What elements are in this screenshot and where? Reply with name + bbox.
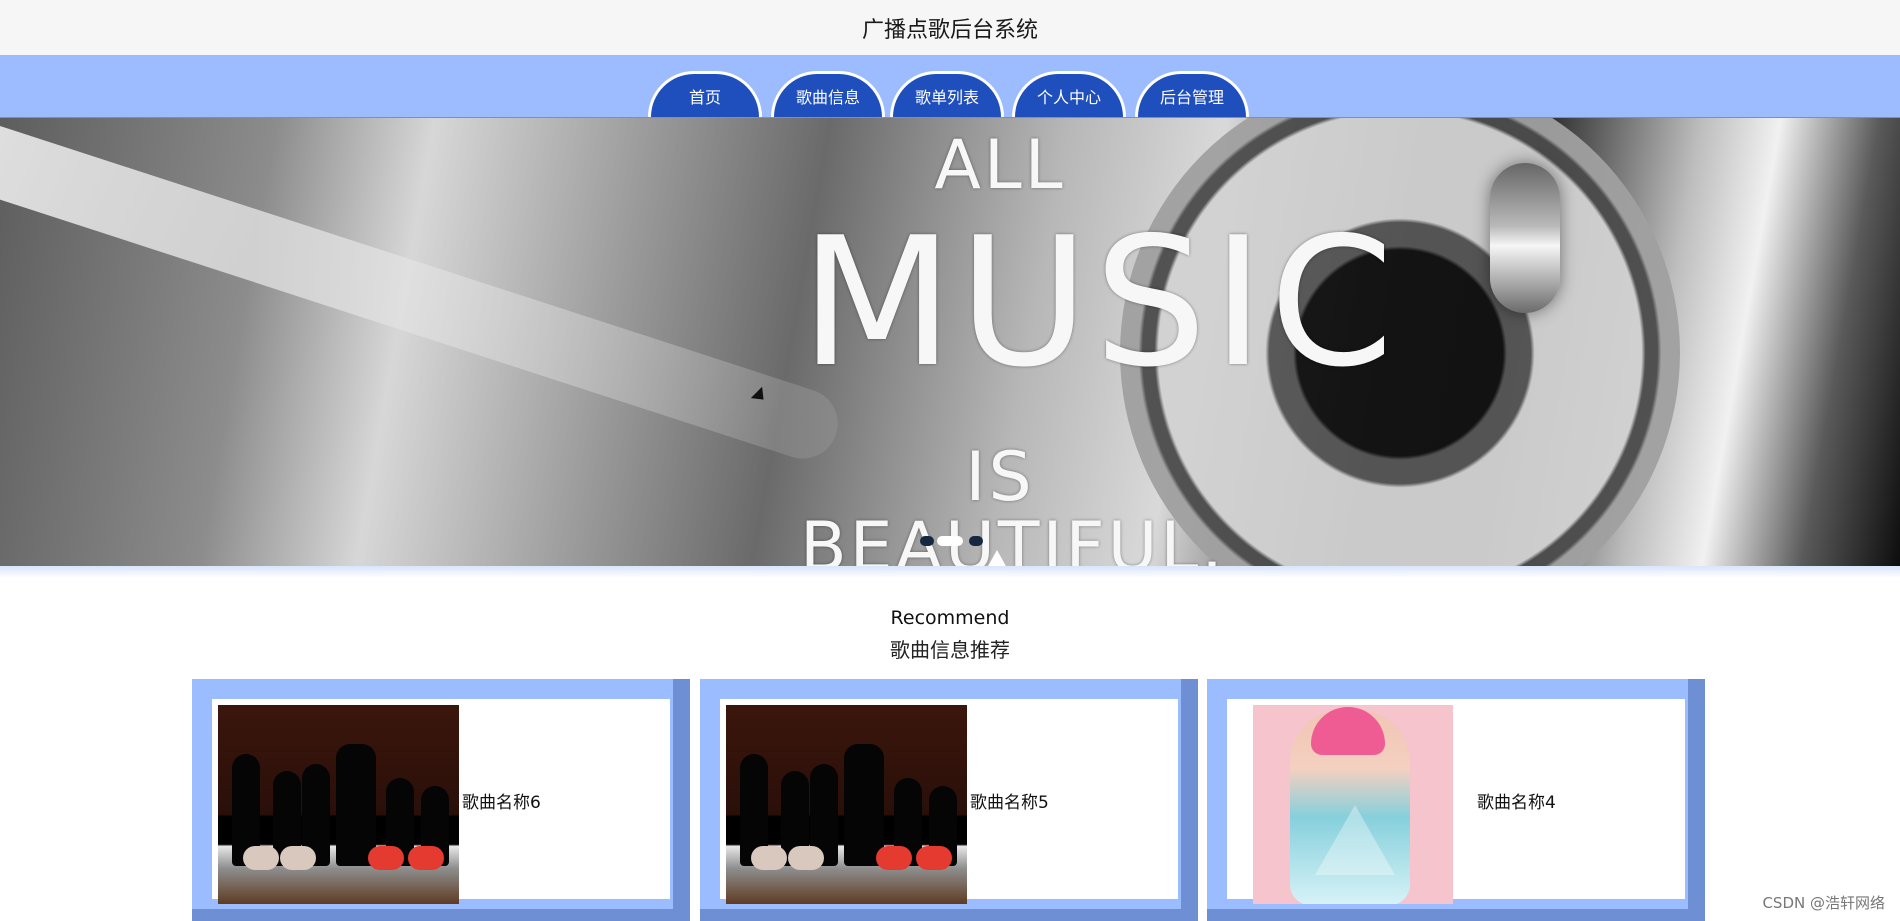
banner-pointer-icon	[987, 550, 1007, 566]
song-card[interactable]: 歌曲名称4	[1207, 679, 1705, 921]
banner-line-beautiful: IS BEAUTIFUL.	[800, 438, 1226, 567]
site-header: 广播点歌后台系统	[0, 0, 1900, 56]
slide-dot-1[interactable]	[920, 536, 934, 546]
site-title: 广播点歌后台系统	[861, 18, 1038, 43]
slide-dot-2-active[interactable]	[937, 536, 963, 546]
speaker-knob-graphic	[1490, 163, 1560, 313]
banner-line-music: MUSIC	[800, 199, 1399, 406]
nav-profile[interactable]: 个人中心	[1012, 71, 1126, 117]
nav-home[interactable]: 首页	[648, 71, 762, 117]
banner-swoosh	[0, 118, 847, 468]
song-cover-image[interactable]	[1253, 705, 1453, 904]
song-card-content: 歌曲名称4	[1227, 699, 1685, 904]
song-title[interactable]: 歌曲名称6	[462, 788, 662, 813]
main-nav: 首页 歌曲信息 歌单列表 个人中心 后台管理	[0, 55, 1900, 118]
nav-admin[interactable]: 后台管理	[1135, 71, 1249, 117]
hero-banner[interactable]: ALL MUSIC IS BEAUTIFUL.	[0, 118, 1900, 566]
nav-song-info[interactable]: 歌曲信息	[771, 71, 885, 117]
nav-playlists[interactable]: 歌单列表	[890, 71, 1004, 117]
song-cover-image[interactable]	[218, 705, 459, 904]
watermark: CSDN @浩轩网络	[1762, 894, 1885, 912]
song-card-content: 歌曲名称5	[720, 699, 1178, 904]
song-card-content: 歌曲名称6	[212, 699, 670, 904]
recommend-title-cn: 歌曲信息推荐	[890, 638, 1010, 662]
banner-line-all: ALL	[934, 126, 1066, 205]
slide-dot-3[interactable]	[969, 536, 983, 546]
recommend-title-en: Recommend	[890, 607, 1010, 629]
song-card[interactable]: 歌曲名称6	[192, 679, 690, 921]
song-title[interactable]: 歌曲名称5	[970, 788, 1170, 813]
song-cover-image[interactable]	[726, 705, 967, 904]
song-card[interactable]: 歌曲名称5	[700, 679, 1198, 921]
song-title[interactable]: 歌曲名称4	[1477, 788, 1677, 813]
banner-divider	[0, 566, 1900, 578]
